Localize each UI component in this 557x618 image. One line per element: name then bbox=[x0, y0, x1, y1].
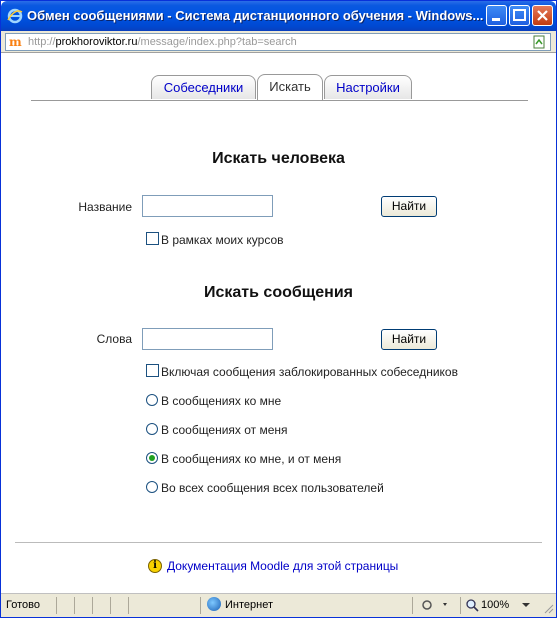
include-blocked-checkbox[interactable] bbox=[146, 364, 159, 377]
browser-popup-window: Обмен сообщениями - Система дистанционно… bbox=[0, 0, 557, 618]
url-path: /message/index.php?tab=search bbox=[137, 36, 297, 48]
url-prefix: http:// bbox=[28, 36, 56, 48]
tab-search[interactable]: Искать bbox=[257, 74, 323, 100]
page-icon[interactable] bbox=[532, 35, 546, 49]
radio-to-and-from-me-label: В сообщениях ко мне, и от меня bbox=[161, 452, 342, 466]
zoom-icon bbox=[466, 599, 479, 612]
maximize-icon bbox=[513, 9, 526, 21]
search-messages-heading: Искать сообщения bbox=[204, 284, 353, 301]
close-icon bbox=[537, 10, 548, 21]
status-bar: Готово Интернет 100% bbox=[1, 593, 556, 617]
search-person-heading: Искать человека bbox=[212, 150, 345, 167]
status-cell bbox=[110, 597, 128, 614]
address-bar: m http://prokhoroviktor.ru/message/index… bbox=[1, 31, 556, 53]
name-input[interactable] bbox=[142, 195, 273, 217]
words-input[interactable] bbox=[142, 328, 273, 350]
name-label: Название bbox=[78, 200, 132, 214]
status-cell bbox=[92, 597, 110, 614]
window-title: Обмен сообщениями - Система дистанционно… bbox=[27, 8, 484, 23]
status-cell bbox=[74, 597, 92, 614]
maximize-button[interactable] bbox=[509, 5, 530, 26]
radio-to-and-from-me[interactable] bbox=[146, 452, 158, 464]
tab-row: Собеседники Искать Настройки bbox=[31, 73, 528, 101]
radio-from-me[interactable] bbox=[146, 423, 158, 435]
zone-text: Интернет bbox=[225, 599, 273, 611]
close-button[interactable] bbox=[532, 5, 553, 26]
internet-explorer-icon bbox=[7, 8, 23, 24]
tab-contacts[interactable]: Собеседники bbox=[151, 75, 256, 99]
page-content: Собеседники Искать Настройки Искать чело… bbox=[1, 53, 556, 593]
minimize-icon bbox=[492, 18, 500, 21]
title-bar[interactable]: Обмен сообщениями - Система дистанционно… bbox=[1, 1, 556, 31]
include-blocked-label: Включая сообщения заблокированных собесе… bbox=[161, 365, 458, 379]
resize-grip-icon[interactable] bbox=[542, 602, 554, 614]
moodle-favicon-icon: m bbox=[9, 35, 22, 49]
tab-settings[interactable]: Настройки bbox=[324, 75, 412, 99]
find-person-button[interactable]: Найти bbox=[381, 196, 437, 217]
security-icon bbox=[422, 600, 447, 610]
radio-to-me-label: В сообщениях ко мне bbox=[161, 394, 282, 408]
my-courses-label: В рамках моих курсов bbox=[161, 233, 284, 247]
radio-all-messages[interactable] bbox=[146, 481, 158, 493]
radio-all-messages-label: Во всех сообщения всех пользователей bbox=[161, 481, 384, 495]
words-label: Слова bbox=[96, 332, 132, 346]
zoom-level: 100% bbox=[481, 599, 510, 611]
internet-zone-icon bbox=[207, 597, 221, 611]
url-host: prokhoroviktor.ru bbox=[55, 36, 138, 48]
find-messages-button[interactable]: Найти bbox=[381, 329, 437, 350]
info-icon: i bbox=[148, 559, 162, 573]
my-courses-checkbox[interactable] bbox=[146, 232, 159, 245]
footer-divider bbox=[15, 542, 542, 543]
radio-to-me[interactable] bbox=[146, 394, 158, 406]
status-text: Готово bbox=[6, 599, 40, 611]
minimize-button[interactable] bbox=[486, 5, 507, 26]
moodle-docs-link[interactable]: Документация Moodle для этой страницы bbox=[167, 559, 398, 573]
address-url: http://prokhoroviktor.ru/message/index.p… bbox=[28, 36, 297, 48]
status-cell bbox=[56, 597, 74, 614]
address-field[interactable]: m http://prokhoroviktor.ru/message/index… bbox=[5, 33, 551, 51]
status-cell bbox=[128, 597, 200, 614]
radio-from-me-label: В сообщениях от меня bbox=[161, 423, 288, 437]
chevron-down-icon[interactable] bbox=[522, 603, 530, 608]
